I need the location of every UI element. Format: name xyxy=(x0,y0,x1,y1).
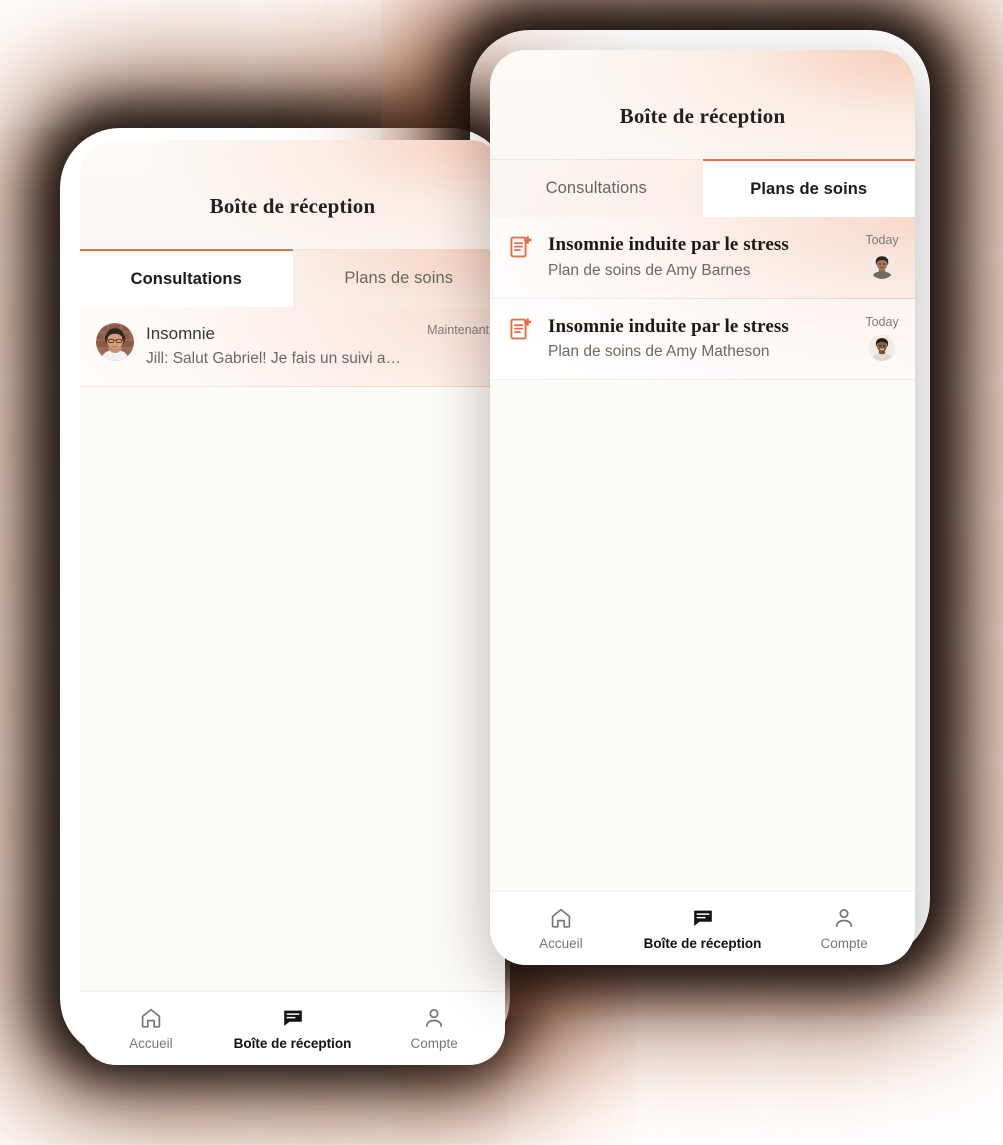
list-item[interactable]: Insomnie induite par le stress Plan de s… xyxy=(490,217,915,299)
avatar xyxy=(96,323,134,361)
tab-plans-de-soins[interactable]: Plans de soins xyxy=(702,159,915,217)
front-phone-inbox-list: Insomnie induite par le stress Plan de s… xyxy=(490,217,915,891)
document-plus-icon xyxy=(510,236,532,258)
list-item-body: Insomnie induite par le stress Plan de s… xyxy=(548,233,843,282)
nav-item-compte[interactable]: Compte xyxy=(773,906,915,951)
nav-item-boite-de-reception[interactable]: Boîte de réception xyxy=(222,1006,364,1051)
back-phone-inbox-list: Insomnie Jill: Salut Gabriel! Je fais un… xyxy=(80,307,505,991)
list-item-title: Insomnie induite par le stress xyxy=(548,234,789,255)
list-item[interactable]: Insomnie Jill: Salut Gabriel! Je fais un… xyxy=(80,307,505,388)
back-phone-bottom-nav: Accueil Boîte de réception Compte xyxy=(80,991,505,1065)
front-phone-header: Boîte de réception xyxy=(490,50,915,159)
nav-item-accueil[interactable]: Accueil xyxy=(490,906,632,951)
tab-consultations[interactable]: Consultations xyxy=(490,160,703,217)
chat-message-icon xyxy=(693,910,712,926)
list-item-title: Insomnie xyxy=(146,324,215,343)
home-icon xyxy=(551,908,571,928)
list-item-lead xyxy=(506,233,536,259)
nav-item-compte[interactable]: Compte xyxy=(363,1006,505,1051)
nav-label: Compte xyxy=(820,936,868,951)
tab-label: Plans de soins xyxy=(344,269,454,287)
tab-label: Consultations xyxy=(130,269,242,288)
list-item[interactable]: Insomnie induite par le stress Plan de s… xyxy=(490,299,915,381)
front-phone-tabs: Consultations Plans de soins xyxy=(490,159,915,217)
person-icon xyxy=(836,909,853,928)
back-phone-tabs: Consultations Plans de soins xyxy=(80,249,505,307)
nav-label: Compte xyxy=(410,1036,458,1051)
list-item-subtitle: Jill: Salut Gabriel! Je fais un suivi av… xyxy=(146,350,408,368)
tab-label: Plans de soins xyxy=(750,179,868,198)
chat-message-icon xyxy=(283,1010,302,1026)
page-title: Boîte de réception xyxy=(619,104,786,128)
list-item-meta: Today xyxy=(855,233,901,279)
back-phone: Boîte de réception Consultations Plans d… xyxy=(80,140,505,1065)
person-icon xyxy=(426,1009,443,1028)
nav-label: Boîte de réception xyxy=(643,936,762,951)
tab-consultations[interactable]: Consultations xyxy=(80,249,293,307)
list-item-body: Insomnie induite par le stress Plan de s… xyxy=(548,315,843,364)
nav-label: Boîte de réception xyxy=(233,1036,352,1051)
avatar xyxy=(869,253,895,279)
front-phone: Boîte de réception Consultations Plans d… xyxy=(490,50,915,965)
list-item-subtitle: Plan de soins de Amy Matheson xyxy=(548,343,770,361)
tab-label: Consultations xyxy=(545,179,647,197)
list-item-subtitle: Plan de soins de Amy Barnes xyxy=(548,261,751,279)
home-icon xyxy=(141,1008,161,1028)
list-item-timestamp: Today xyxy=(865,314,899,329)
nav-item-accueil[interactable]: Accueil xyxy=(80,1006,222,1051)
list-item-lead xyxy=(96,323,134,361)
front-phone-bottom-nav: Accueil Boîte de réception Compte xyxy=(490,891,915,965)
tab-plans-de-soins[interactable]: Plans de soins xyxy=(293,250,506,307)
list-item-lead xyxy=(506,315,536,341)
nav-label: Accueil xyxy=(539,936,583,951)
list-item-title: Insomnie induite par le stress xyxy=(548,315,789,337)
document-plus-icon xyxy=(510,318,532,340)
page-title: Boîte de réception xyxy=(209,194,376,218)
list-item-timestamp: Today xyxy=(865,233,899,247)
list-item-body: Insomnie Jill: Salut Gabriel! Je fais un… xyxy=(146,323,407,370)
list-item-meta: Today xyxy=(855,315,901,361)
screenshot-stage: Boîte de réception Consultations Plans d… xyxy=(0,0,1003,1145)
list-item-meta: Maintenant xyxy=(419,323,491,337)
back-phone-header: Boîte de réception xyxy=(80,140,505,249)
list-item-timestamp: Maintenant xyxy=(427,323,489,337)
avatar xyxy=(869,334,895,361)
nav-item-boite-de-reception[interactable]: Boîte de réception xyxy=(632,906,774,951)
nav-label: Accueil xyxy=(129,1036,173,1051)
